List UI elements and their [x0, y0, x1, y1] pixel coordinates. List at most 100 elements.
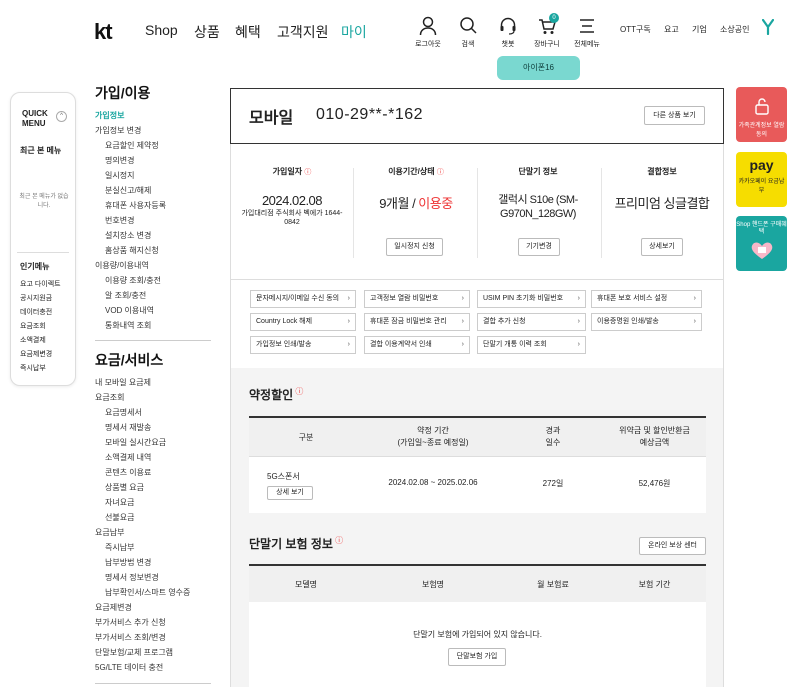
- all-menu-button[interactable]: 전체메뉴: [569, 16, 605, 49]
- quick-menu-toggle[interactable]: ^: [56, 111, 67, 122]
- info-icon[interactable]: ⓘ: [437, 169, 444, 176]
- nav-item[interactable]: 휴대폰 사용자등록: [105, 200, 166, 211]
- gnb-shop[interactable]: Shop: [145, 22, 178, 38]
- popular-item[interactable]: 요금조회: [20, 321, 46, 331]
- nav-item[interactable]: 설치장소 변경: [105, 230, 151, 241]
- other-product-button[interactable]: 다른 상품 보기: [644, 106, 705, 125]
- nav-item[interactable]: 즉시납부: [105, 542, 134, 553]
- popular-item[interactable]: 즉시납부: [20, 363, 46, 373]
- nav-item[interactable]: 자녀요금: [105, 497, 134, 508]
- nav-section-billing[interactable]: 요금/서비스: [95, 350, 163, 370]
- util-smallbiz[interactable]: 소상공인: [720, 24, 749, 35]
- nav-item[interactable]: 콘텐츠 이용료: [105, 467, 151, 478]
- nav-item[interactable]: 소액결제 내역: [105, 452, 151, 463]
- nav-item[interactable]: 홈상품 해지신청: [105, 245, 159, 256]
- chatbot-button[interactable]: 챗봇: [490, 16, 526, 49]
- nav-item[interactable]: 통화내역 조회: [105, 320, 151, 331]
- search-button[interactable]: 검색: [450, 16, 486, 49]
- logout-label: 로그아웃: [415, 41, 441, 48]
- suspend-request-button[interactable]: 일시정지 신청: [386, 238, 443, 256]
- promo-tooltip[interactable]: 아이폰16: [497, 56, 580, 80]
- quick-menu: QUICK MENU ^ 최근 본 메뉴 최근 본 메뉴가 없습니다. 인기메뉴 …: [10, 92, 76, 386]
- recent-menu-empty: 최근 본 메뉴가 없습니다.: [19, 194, 69, 209]
- nav-item[interactable]: 명세서 재발송: [105, 422, 151, 433]
- nav-item[interactable]: 부가서비스 조회/변경: [95, 632, 166, 643]
- link-button[interactable]: USIM PIN 초기화 비밀번호 ›: [477, 290, 586, 308]
- nav-item[interactable]: 모바일 실시간요금: [105, 437, 166, 448]
- nav-item[interactable]: 알 조회/충전: [105, 290, 146, 301]
- nav-item[interactable]: 상품별 요금: [105, 482, 144, 493]
- nav-item[interactable]: 선불요금: [105, 512, 134, 523]
- bundle-name: 프리미엄 싱글결합: [614, 196, 710, 211]
- nav-item[interactable]: 명세서 정보변경: [105, 572, 159, 583]
- bundle-detail-button[interactable]: 상세보기: [641, 238, 683, 256]
- nav-divider: [95, 340, 211, 341]
- online-claim-center-button[interactable]: 온라인 보상 센터: [639, 537, 706, 555]
- person-icon: [410, 16, 446, 36]
- link-button[interactable]: 가입정보 인쇄/발송 ›: [250, 336, 356, 354]
- nav-item[interactable]: 번호변경: [105, 215, 134, 226]
- nav-item[interactable]: 가입정보 변경: [95, 125, 141, 136]
- gnb-benefits[interactable]: 혜택: [235, 22, 261, 42]
- col-header: 예상금액: [639, 438, 670, 447]
- cart-button[interactable]: 0 장바구니: [529, 13, 565, 49]
- gnb-support[interactable]: 고객지원: [277, 22, 329, 42]
- info-icon[interactable]: ⓘ: [293, 387, 303, 396]
- logout-button[interactable]: 로그아웃: [410, 16, 446, 49]
- link-button[interactable]: 휴대폰 보호 서비스 설정 ›: [591, 290, 702, 308]
- cart-count-badge: 0: [549, 13, 559, 23]
- usage-period: 9개월: [379, 196, 409, 211]
- nav-item[interactable]: 요금제변경: [95, 602, 132, 613]
- nav-item[interactable]: 요금납부: [95, 527, 124, 538]
- nav-item[interactable]: 납부확인서/스마트 영수증: [105, 587, 190, 598]
- gnb-my[interactable]: 마이: [341, 22, 367, 42]
- insurance-join-button[interactable]: 단말보험 가입: [448, 648, 506, 666]
- popular-item[interactable]: 공시지원금: [20, 293, 52, 303]
- nav-item[interactable]: 명의변경: [105, 155, 134, 166]
- family-consent-banner[interactable]: 가족관계정보 열람동의: [736, 87, 787, 142]
- popular-item[interactable]: 소액결제: [20, 335, 46, 345]
- link-button[interactable]: 문자메시지/이메일 수신 동의 ›: [250, 290, 356, 308]
- nav-section-join[interactable]: 가입/이용: [95, 83, 150, 103]
- nav-item[interactable]: 단말보험/교체 프로그램: [95, 647, 173, 658]
- link-button[interactable]: 이용증명원 인쇄/발송 ›: [591, 313, 702, 331]
- util-ott[interactable]: OTT구독: [620, 24, 651, 35]
- contract-detail-button[interactable]: 상세 보기: [267, 486, 313, 500]
- link-button[interactable]: 휴대폰 잠금 비밀번호 관리 ›: [364, 313, 470, 331]
- nav-item[interactable]: 이용량 조회/충전: [105, 275, 161, 286]
- yogo-brand-icon[interactable]: [761, 18, 775, 40]
- nav-item[interactable]: 요금명세서: [105, 407, 142, 418]
- link-button[interactable]: 결합 추가 신청 ›: [477, 313, 586, 331]
- info-col-period: 이용기간/상태 ⓘ 9개월 / 이용중: [361, 166, 471, 212]
- gnb-products[interactable]: 상품: [194, 22, 220, 42]
- util-enterprise[interactable]: 기업: [692, 24, 707, 35]
- nav-item[interactable]: 내 모바일 요금제: [95, 377, 151, 388]
- nav-item[interactable]: 요금할인 제약정: [105, 140, 159, 151]
- info-head: 단말기 정보: [518, 167, 558, 176]
- link-button[interactable]: 단말기 개통 이력 조회 ›: [477, 336, 586, 354]
- subscription-info: 가입일자 ⓘ 2024.02.08 가입대리점 주식회사 벡에가 1644-08…: [230, 144, 724, 280]
- popular-item[interactable]: 요금제변경: [20, 349, 52, 359]
- nav-item[interactable]: 납부방법 변경: [105, 557, 151, 568]
- nav-item[interactable]: 가입정보: [95, 110, 124, 121]
- nav-item[interactable]: 이용량/이용내역: [95, 260, 149, 271]
- kt-logo[interactable]: kt: [94, 19, 113, 45]
- popular-item[interactable]: 요고 다이렉트: [20, 279, 61, 289]
- nav-item[interactable]: 요금조회: [95, 392, 124, 403]
- link-button[interactable]: 결합 이용계약서 인쇄 ›: [364, 336, 470, 354]
- nav-item[interactable]: 5G/LTE 데이터 충전: [95, 662, 163, 673]
- link-button[interactable]: Country Lock 해제 ›: [250, 313, 356, 331]
- device-change-button[interactable]: 기기변경: [518, 238, 560, 256]
- nav-item[interactable]: VOD 이용내역: [105, 305, 154, 316]
- nav-item[interactable]: 부가서비스 추가 신청: [95, 617, 166, 628]
- util-yogo[interactable]: 요고: [664, 24, 679, 35]
- shop-benefit-banner[interactable]: Shop 핸드폰 구매혜택: [736, 216, 787, 271]
- nav-item[interactable]: 분실신고/해제: [105, 185, 151, 196]
- info-icon[interactable]: ⓘ: [333, 536, 343, 545]
- info-icon[interactable]: ⓘ: [304, 169, 311, 176]
- col-divider: [353, 168, 354, 258]
- nav-item[interactable]: 일시정지: [105, 170, 134, 181]
- popular-item[interactable]: 데이터충전: [20, 307, 52, 317]
- kakaopay-banner[interactable]: pay 카카오페이 요금납부: [736, 152, 787, 207]
- link-button[interactable]: 고객정보 열람 비밀번호 ›: [364, 290, 470, 308]
